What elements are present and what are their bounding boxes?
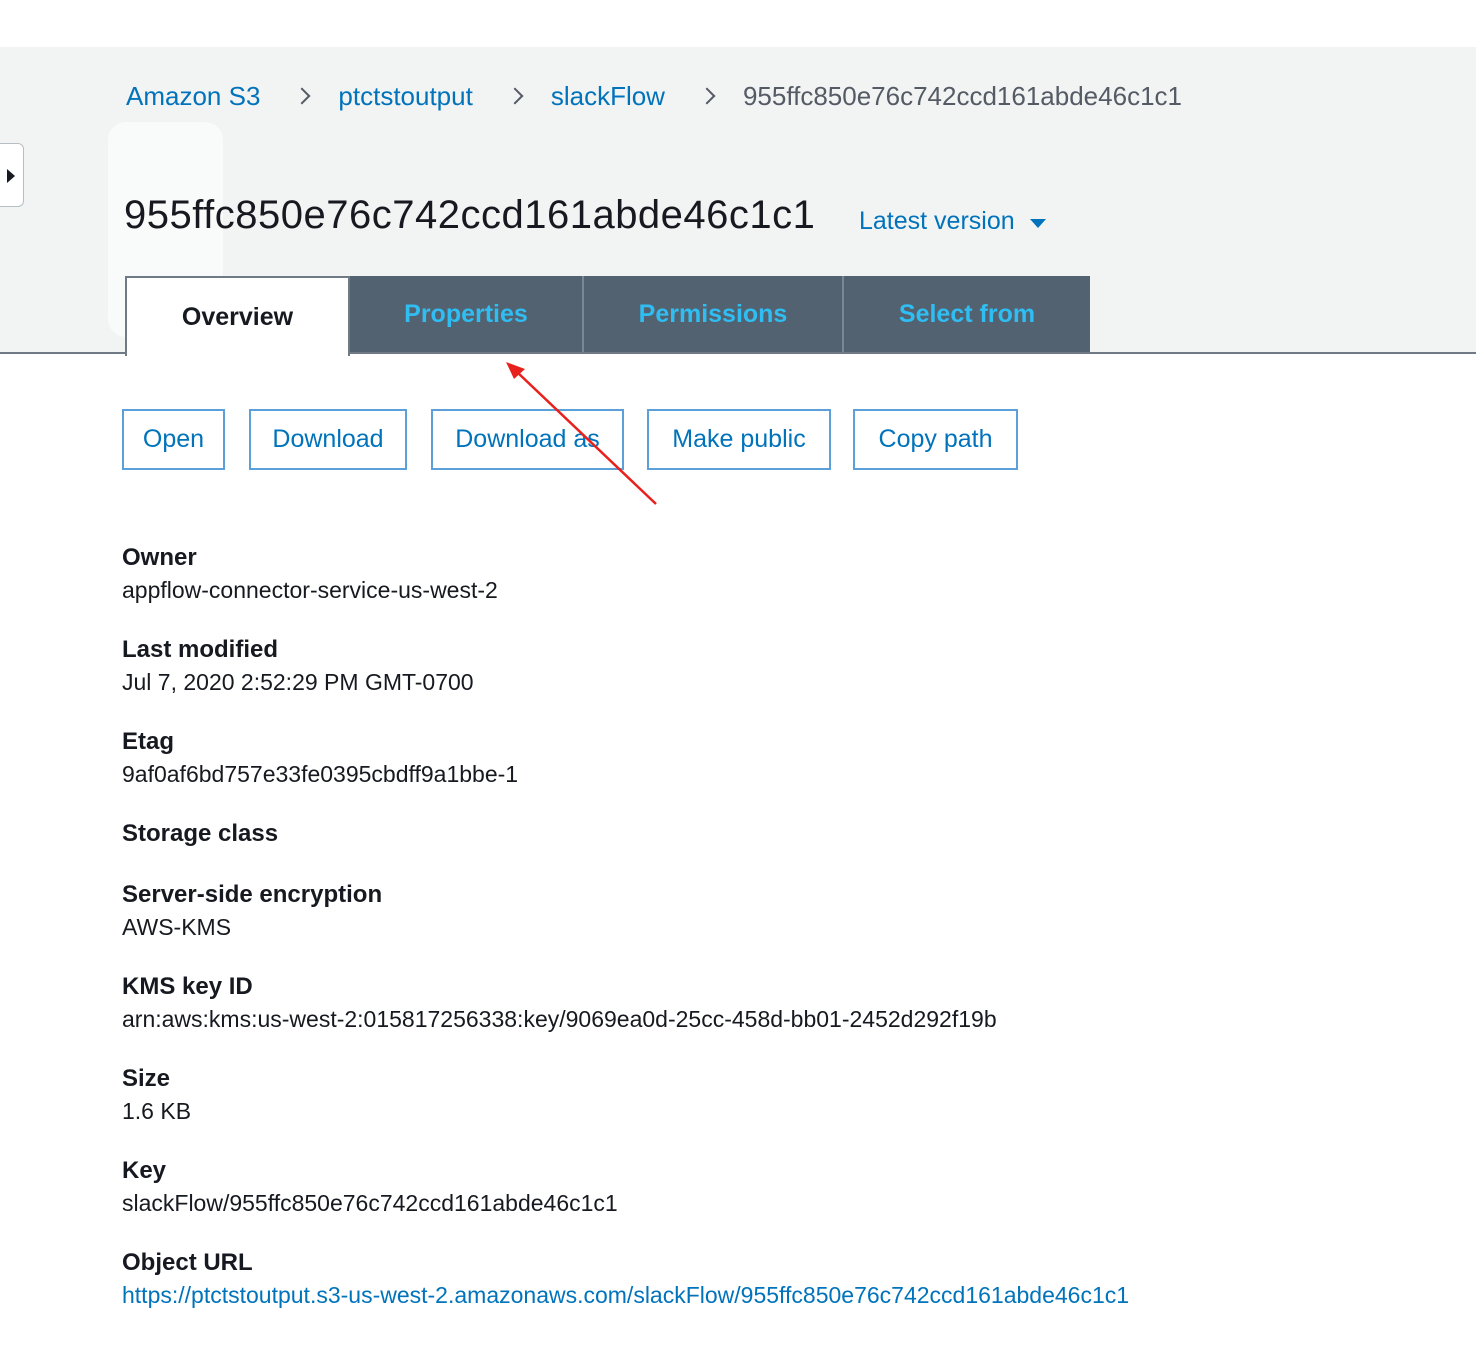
object-url-link[interactable]: https://ptctstoutput.s3-us-west-2.amazon… — [122, 1279, 1422, 1311]
detail-value: 1.6 KB — [122, 1098, 192, 1124]
tab-select-from[interactable]: Select from — [844, 276, 1090, 352]
open-button[interactable]: Open — [122, 409, 225, 470]
detail-etag: Etag 9af0af6bd757e33fe0395cbdff9a1bbe-1 — [122, 726, 1422, 790]
detail-label: Object URL — [122, 1249, 253, 1276]
detail-value: appflow-connector-service-us-west-2 — [122, 577, 498, 603]
page-title: 955ffc850e76c742ccd161abde46c1c1 — [124, 193, 816, 237]
detail-object-url: Object URL https://ptctstoutput.s3-us-we… — [122, 1247, 1422, 1311]
detail-encryption: Server-side encryption AWS-KMS — [122, 879, 1422, 943]
chevron-right-icon — [506, 87, 524, 105]
caret-right-icon — [7, 169, 15, 183]
make-public-button[interactable]: Make public — [647, 409, 831, 470]
detail-label: Size — [122, 1065, 171, 1092]
detail-size: Size 1.6 KB — [122, 1063, 1422, 1127]
detail-value: AWS-KMS — [122, 914, 232, 940]
breadcrumb: Amazon S3 ptctstoutput slackFlow 955ffc8… — [126, 78, 1182, 114]
detail-value: slackFlow/955ffc850e76c742ccd161abde46c1… — [122, 1190, 618, 1216]
detail-key: Key slackFlow/955ffc850e76c742ccd161abde… — [122, 1155, 1422, 1219]
version-dropdown-label: Latest version — [859, 207, 1015, 235]
breadcrumb-current: 955ffc850e76c742ccd161abde46c1c1 — [742, 80, 1182, 111]
detail-label: Key — [122, 1157, 167, 1184]
chevron-right-icon — [293, 87, 311, 105]
breadcrumb-link-bucket[interactable]: ptctstoutput — [338, 81, 472, 112]
detail-storage-class: Storage class — [122, 818, 1422, 850]
tab-permissions[interactable]: Permissions — [584, 276, 844, 352]
nav-toggle-button[interactable] — [0, 143, 24, 207]
download-button[interactable]: Download — [249, 409, 407, 470]
detail-last-modified: Last modified Jul 7, 2020 2:52:29 PM GMT… — [122, 634, 1422, 698]
tab-bar: Overview Properties Permissions Select f… — [125, 276, 1090, 356]
detail-value: Jul 7, 2020 2:52:29 PM GMT-0700 — [122, 669, 474, 695]
chevron-right-icon — [698, 87, 716, 105]
detail-value: 9af0af6bd757e33fe0395cbdff9a1bbe-1 — [122, 761, 519, 787]
detail-label: Owner — [122, 544, 197, 571]
object-details: Owner appflow-connector-service-us-west-… — [122, 542, 1422, 1311]
annotation-arrow-head — [506, 362, 525, 379]
detail-label: Etag — [122, 728, 175, 755]
breadcrumb-link-folder[interactable]: slackFlow — [551, 81, 665, 112]
caret-down-icon — [1029, 218, 1046, 228]
breadcrumb-link-amazon-s3[interactable]: Amazon S3 — [126, 81, 260, 112]
tab-overview[interactable]: Overview — [125, 276, 350, 356]
top-margin — [0, 0, 1476, 47]
version-dropdown[interactable]: Latest version — [859, 207, 1046, 236]
detail-label: KMS key ID — [122, 973, 253, 1000]
detail-value: arn:aws:kms:us-west-2:015817256338:key/9… — [122, 1006, 997, 1032]
detail-label: Last modified — [122, 636, 279, 663]
detail-owner: Owner appflow-connector-service-us-west-… — [122, 542, 1422, 606]
s3-object-page: Amazon S3 ptctstoutput slackFlow 955ffc8… — [0, 0, 1476, 1349]
download-as-button[interactable]: Download as — [431, 409, 624, 470]
copy-path-button[interactable]: Copy path — [853, 409, 1018, 470]
tab-properties[interactable]: Properties — [350, 276, 584, 352]
detail-kms-key-id: KMS key ID arn:aws:kms:us-west-2:0158172… — [122, 971, 1422, 1035]
detail-label: Server-side encryption — [122, 881, 383, 908]
detail-label: Storage class — [122, 820, 279, 847]
